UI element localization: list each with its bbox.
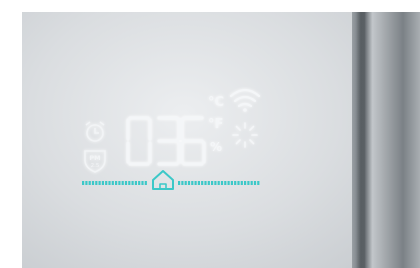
level-bar-dash xyxy=(257,181,260,185)
led-display: PM 2.5 036 °C °F % xyxy=(82,88,261,190)
level-bar-dash xyxy=(144,181,147,185)
level-bar-dash xyxy=(178,181,181,185)
level-bar-dash xyxy=(244,181,247,185)
level-bar-dash xyxy=(98,181,101,185)
level-bar-dash xyxy=(118,181,121,185)
level-bar-dash xyxy=(197,181,200,185)
level-bar-dash xyxy=(88,181,91,185)
unit-percent: % xyxy=(210,140,222,154)
level-bar-dash xyxy=(121,181,124,185)
level-bar-left xyxy=(82,181,147,185)
level-bar-dash xyxy=(224,181,227,185)
temperature-readout xyxy=(126,116,206,166)
level-bar-dash xyxy=(194,181,197,185)
level-bar-dash xyxy=(220,181,224,185)
level-bar-dash xyxy=(214,181,217,185)
pm-badge-line1: PM xyxy=(89,154,100,162)
level-bar-dash xyxy=(138,181,141,185)
level-bar-dash xyxy=(134,181,137,185)
level-bar-dash xyxy=(204,181,207,185)
alarm-clock-icon xyxy=(85,121,105,142)
level-bar-dash xyxy=(111,181,114,185)
level-bar-dash xyxy=(101,181,104,185)
level-bar-dash xyxy=(85,181,88,185)
level-bar-dash xyxy=(91,181,95,185)
level-bar-dash xyxy=(201,181,204,185)
level-bar-dash xyxy=(250,181,253,185)
level-bar-dash xyxy=(187,181,191,185)
pm-shield-icon: PM 2.5 xyxy=(84,150,106,173)
level-bar-dash xyxy=(191,181,194,185)
wifi-icon xyxy=(229,88,261,112)
level-bar-dash xyxy=(253,181,257,185)
pm-badge-line2: 2.5 xyxy=(91,163,100,169)
level-bar-right xyxy=(178,181,260,185)
level-bar-dash xyxy=(207,181,210,185)
level-bar-dash xyxy=(247,181,250,185)
level-bar-dash xyxy=(227,181,230,185)
unit-fahrenheit: °F xyxy=(208,117,223,132)
level-bar-dash xyxy=(211,181,214,185)
level-bar-dash xyxy=(181,181,184,185)
level-bar-dash xyxy=(124,181,128,185)
unit-celsius: °C xyxy=(208,95,224,110)
level-bar-dash xyxy=(115,181,118,185)
level-bar-dash xyxy=(141,181,144,185)
level-bar-dash xyxy=(108,181,111,185)
level-bar-dash xyxy=(230,181,233,185)
sun-icon xyxy=(232,122,258,148)
level-bar-dash xyxy=(184,181,187,185)
appliance-photo: PM 2.5 036 °C °F % xyxy=(0,0,420,268)
level-bar-dash xyxy=(217,181,220,185)
level-bar-dash xyxy=(131,181,134,185)
level-bar-dash xyxy=(234,181,237,185)
level-bar-dash xyxy=(240,181,243,185)
level-bar-dash xyxy=(237,181,240,185)
level-bar-dash xyxy=(95,181,98,185)
level-bar-dash xyxy=(82,181,85,185)
level-bar-dash xyxy=(128,181,131,185)
level-bar-dash xyxy=(105,181,108,185)
home-icon xyxy=(152,170,174,190)
